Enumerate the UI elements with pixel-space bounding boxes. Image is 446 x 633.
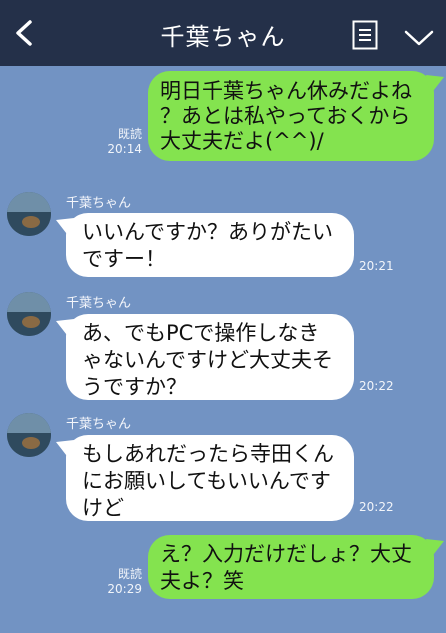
message-time: 20:22 [359,500,394,514]
chat-title: 千葉ちゃん [160,23,286,51]
sender-name: 千葉ちゃん [66,196,132,211]
message-line: もしあれだったら寺田くん [82,442,334,466]
bubble-tail [426,539,444,559]
message-line: え？入力だけだしょ？大丈 [160,542,412,566]
avatar[interactable] [7,292,51,336]
sender-name: 千葉ちゃん [66,417,132,432]
sender-name: 千葉ちゃん [66,296,132,311]
message-time: 20:14 [107,142,142,156]
message-bubble[interactable]: 明日千葉ちゃん休みだよね ？あとは私やっておくから 大丈夫だよ(^^)/ [148,71,434,161]
avatar[interactable] [7,413,51,457]
message-bubble[interactable]: もしあれだったら寺田くん にお願いしてもいいんです けど [66,435,354,521]
message-time: 20:22 [359,379,394,393]
message-line: ですー！ [82,247,166,271]
message-line: 大丈夫だよ(^^)/ [160,129,324,153]
message-bubble[interactable]: あ、でもPCで操作しなき ゃないんですけど大丈夫そ うですか？ [66,314,354,400]
message-time: 20:21 [359,259,394,273]
message-bubble[interactable]: え？入力だけだしょ？大丈 夫よ？笑 [148,535,434,599]
bubble-tail [426,75,444,95]
message-line: ゃないんですけど大丈夫そ [82,348,333,372]
chevron-down-icon[interactable] [403,28,435,48]
message-line: あ、でもPCで操作しなき [82,321,320,345]
read-receipt: 既読 [117,567,142,581]
message-line: けど [82,496,124,520]
message-bubble[interactable]: いいんですか？ありがたい ですー！ [66,213,354,277]
message-line: いいんですか？ありがたい [82,220,333,244]
message-time: 20:29 [107,582,142,596]
message-meta: 既読 20:29 [100,567,142,597]
avatar[interactable] [7,192,51,236]
message-line: 明日千葉ちゃん休みだよね [160,79,412,103]
message-line: ？あとは私やっておくから [160,104,411,128]
bubble-tail [56,440,74,460]
read-receipt: 既読 [117,127,142,141]
message-line: うですか？ [82,375,187,399]
notes-menu-icon[interactable] [352,20,378,50]
message-line: 夫よ？笑 [160,569,244,593]
message-line: にお願いしてもいいんです [82,469,331,493]
chat-header: 千葉ちゃん [0,0,446,66]
bubble-tail [56,218,74,238]
message-meta: 既読 20:14 [100,127,142,157]
bubble-tail [56,319,74,339]
